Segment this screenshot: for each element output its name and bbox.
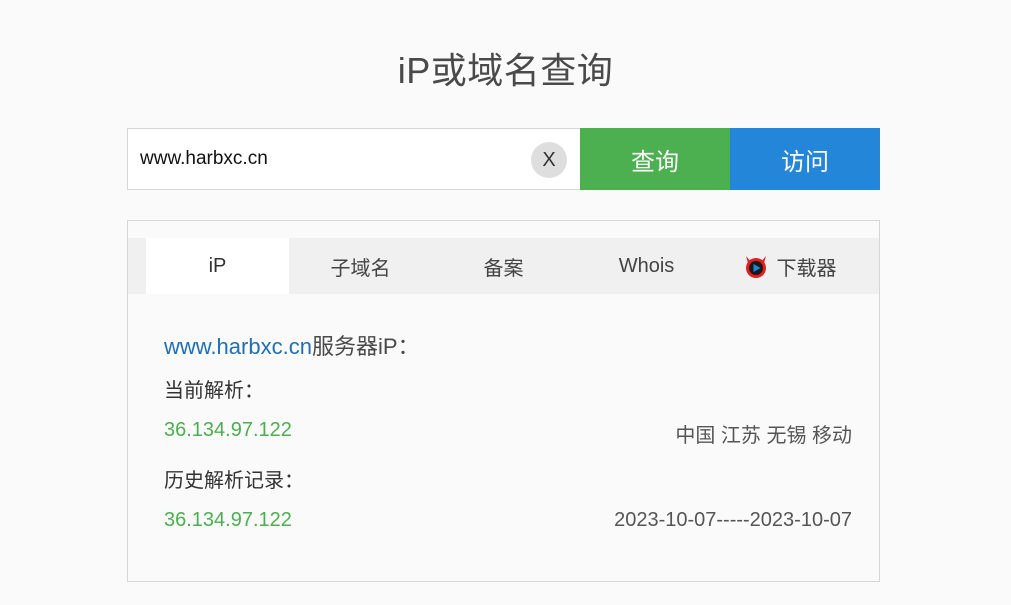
current-resolution-label: 当前解析： <box>164 380 264 402</box>
domain-link[interactable]: www.harbxc.cn <box>164 334 312 359</box>
tab-subdomain[interactable]: 子域名 <box>289 238 432 294</box>
search-bar: X 查询 访问 <box>127 128 880 190</box>
tab-label: 下载器 <box>776 257 837 280</box>
tab-label: iP <box>208 254 227 277</box>
search-input[interactable] <box>128 129 518 189</box>
history-date-range: 2023-10-07-----2023-10-07 <box>614 509 852 531</box>
query-button[interactable]: 查询 <box>580 128 730 190</box>
current-resolution-row: 36.134.97.122 中国 江苏 无锡 移动 <box>164 419 852 464</box>
result-heading: www.harbxc.cn服务器iP： <box>164 329 852 374</box>
result-panel: iP 子域名 备案 Whois 下载器 www.harbxc.cn服务器iP： … <box>127 220 880 582</box>
tab-downloader[interactable]: 下载器 <box>718 238 861 294</box>
history-ip: 36.134.97.122 <box>164 509 292 531</box>
tab-whois[interactable]: Whois <box>575 238 718 294</box>
result-content: www.harbxc.cn服务器iP： 当前解析： 36.134.97.122 … <box>164 329 852 554</box>
tab-bar: iP 子域名 备案 Whois 下载器 <box>128 238 879 294</box>
tab-icp[interactable]: 备案 <box>432 238 575 294</box>
ip-location: 中国 江苏 无锡 移动 <box>675 425 852 447</box>
tab-ip[interactable]: iP <box>146 238 289 294</box>
search-box: X <box>127 128 580 190</box>
tab-label: Whois <box>618 254 675 277</box>
tab-label: 备案 <box>483 257 524 280</box>
history-row: 36.134.97.122 2023-10-07-----2023-10-07 <box>164 509 852 554</box>
clear-button[interactable]: X <box>531 142 567 178</box>
page-title: iP或域名查询 <box>397 50 614 91</box>
tab-label: 子域名 <box>330 257 391 280</box>
history-label: 历史解析记录： <box>164 470 304 492</box>
visit-button[interactable]: 访问 <box>730 128 880 190</box>
heading-suffix: 服务器iP： <box>311 334 420 359</box>
current-ip: 36.134.97.122 <box>164 419 292 441</box>
devil-play-icon <box>743 253 769 279</box>
